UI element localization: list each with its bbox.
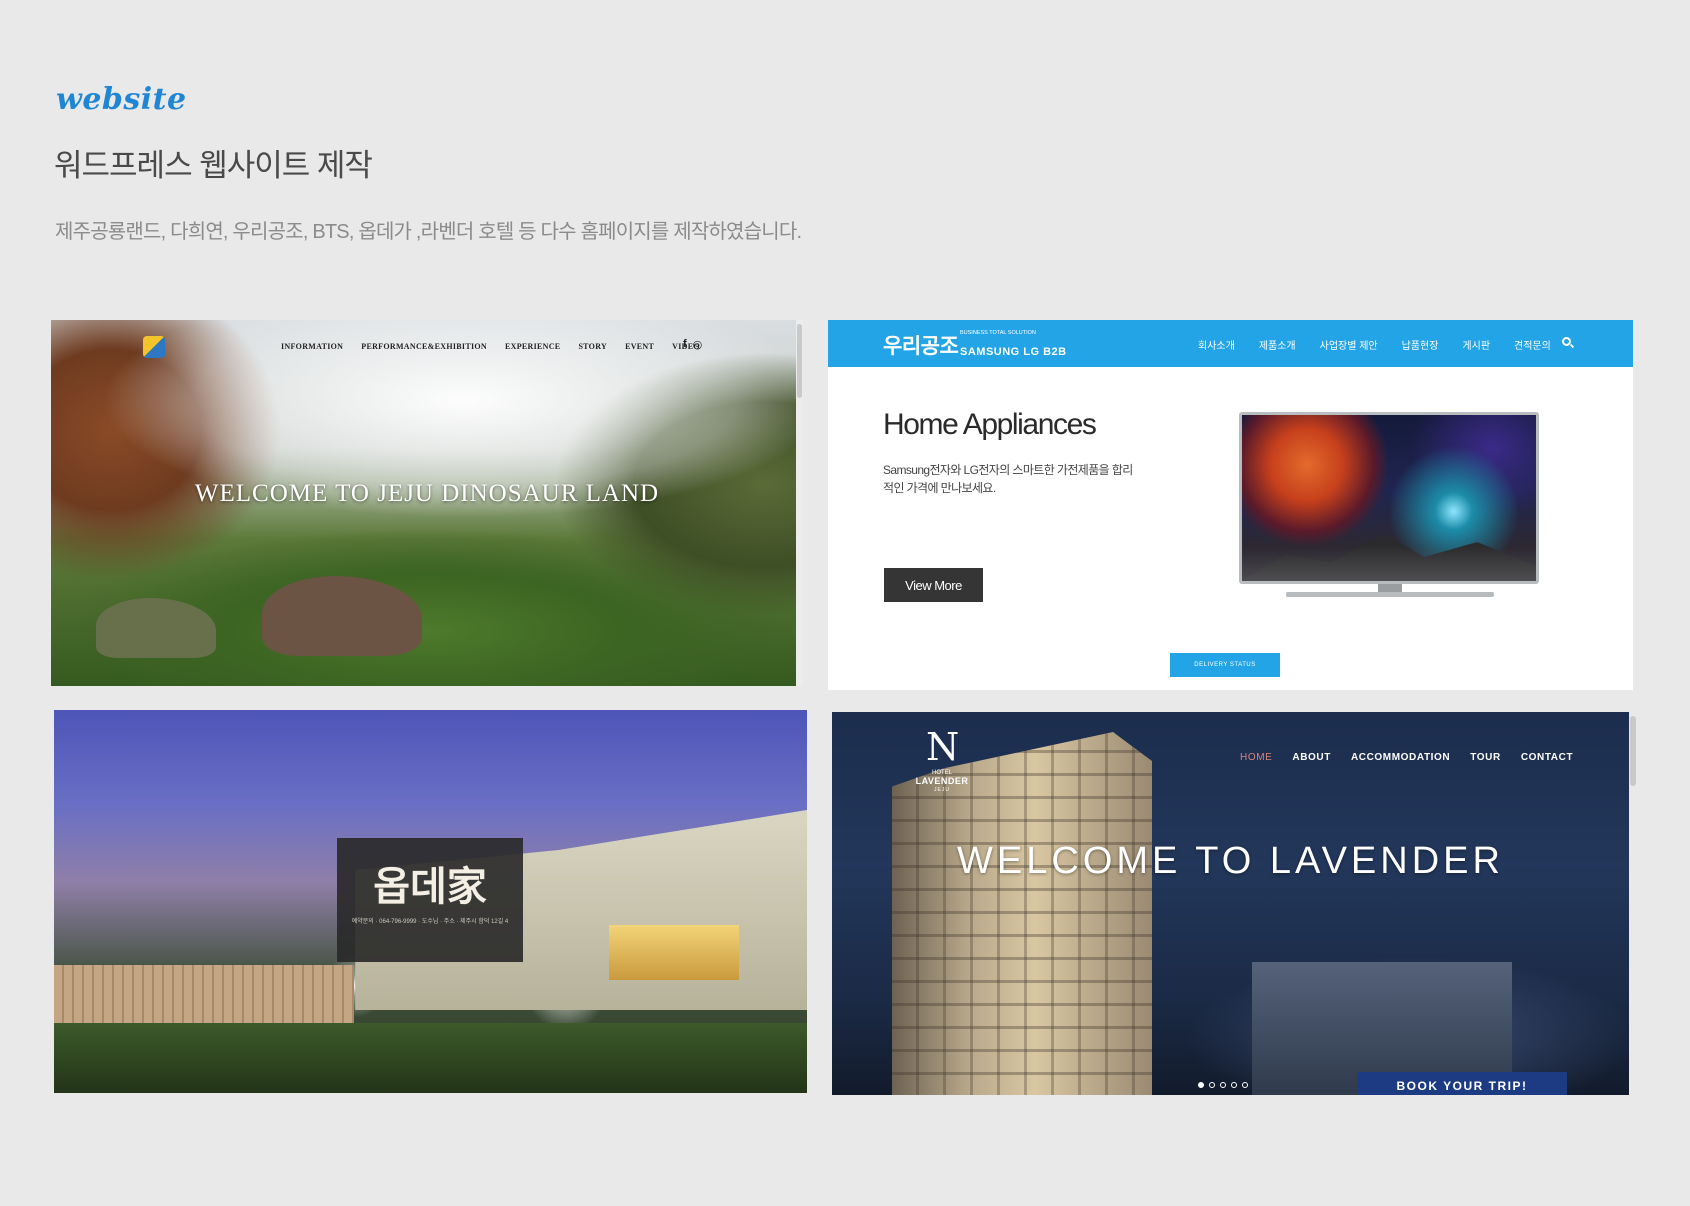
obdega-screenshot[interactable]: 옵데家 예약문의 · 064-796-9999 · 도수님 · 주소 · 제주시…	[54, 710, 807, 1093]
jeju-nav: INFORMATION PERFORMANCE&EXHIBITION EXPER…	[281, 342, 700, 351]
slider-dots	[1198, 1082, 1248, 1088]
woorigongjo-tagline: BUSINESS TOTAL SOLUTION	[960, 330, 1036, 336]
woorigongjo-nav: 회사소개 제품소개 사업장별 제안 납품현장 게시판 견적문의	[1198, 337, 1551, 352]
obdega-sign: 옵데家 예약문의 · 064-796-9999 · 도수님 · 주소 · 제주시…	[337, 838, 523, 962]
lit-window	[609, 925, 739, 980]
page-title: 워드프레스 웹사이트 제작	[54, 148, 373, 183]
woorigongjo-heading: Home Appliances	[883, 408, 1097, 441]
jeju-nav-item[interactable]: PERFORMANCE&EXHIBITION	[361, 342, 487, 351]
garden-grass	[54, 1023, 807, 1093]
header-label: website	[56, 82, 187, 117]
woorigongjo-logo[interactable]: 우리공조	[883, 330, 959, 360]
woorigongjo-nav-item[interactable]: 게시판	[1462, 337, 1490, 352]
lavender-nav-accommodation[interactable]: ACCOMMODATION	[1351, 752, 1450, 763]
woorigongjo-nav-item[interactable]: 제품소개	[1259, 337, 1296, 352]
book-your-trip-button[interactable]: BOOK YOUR TRIP!	[1357, 1072, 1567, 1095]
jeju-nav-item[interactable]: EVENT	[625, 342, 654, 351]
woorigongjo-nav-item[interactable]: 납품현장	[1402, 337, 1439, 352]
lavender-logo-name: LAVENDER	[915, 776, 969, 786]
delivery-status-button[interactable]: DELIVERY STATUS	[1170, 653, 1280, 677]
woorigongjo-nav-item[interactable]: 회사소개	[1198, 337, 1235, 352]
woorigongjo-nav-item[interactable]: 견적문의	[1514, 337, 1551, 352]
jeju-nav-item[interactable]: INFORMATION	[281, 342, 343, 351]
lavender-hero-title: WELCOME TO LAVENDER	[957, 840, 1504, 882]
slider-dot[interactable]	[1231, 1082, 1237, 1088]
tv-product-image	[1239, 412, 1539, 584]
slider-dot[interactable]	[1209, 1082, 1215, 1088]
lavender-nav: HOME ABOUT ACCOMMODATION TOUR CONTACT	[1240, 752, 1573, 763]
slider-dot[interactable]	[1198, 1082, 1204, 1088]
view-more-button[interactable]: View More	[884, 568, 983, 602]
lavender-hotel-screenshot[interactable]: N HOTEL LAVENDER JEJU HOME ABOUT ACCOMMO…	[832, 712, 1637, 1095]
woorigongjo-brand-partners: SAMSUNG LG B2B	[960, 346, 1067, 358]
slider-dot[interactable]	[1220, 1082, 1226, 1088]
lavender-nav-home[interactable]: HOME	[1240, 752, 1272, 763]
lavender-logo-location: JEJU	[934, 787, 950, 793]
jeju-nav-item[interactable]: EXPERIENCE	[505, 342, 560, 351]
woorigongjo-nav-item[interactable]: 사업장별 제안	[1320, 337, 1378, 352]
lavender-nav-contact[interactable]: CONTACT	[1521, 752, 1573, 763]
lavender-logo-mark[interactable]: N	[926, 728, 959, 766]
jeju-logo-icon[interactable]	[143, 336, 165, 358]
jeju-hero-title: WELCOME TO JEJU DINOSAUR LAND	[194, 480, 660, 507]
facebook-icon[interactable]: f	[683, 338, 687, 351]
page-description: 제주공룡랜드, 다희연, 우리공조, BTS, 옵데가 ,라벤더 호텔 등 다수…	[55, 221, 802, 243]
woorigongjo-description: Samsung전자와 LG전자의 스마트한 가전제품을 합리적인 가격에 만나보…	[883, 463, 1133, 495]
scrollbar-thumb[interactable]	[797, 324, 802, 398]
lavender-scrollbar[interactable]	[1629, 712, 1637, 1095]
jeju-social: f ◎	[683, 338, 702, 351]
instagram-icon[interactable]: ◎	[693, 338, 703, 351]
obdega-logo: 옵데家	[373, 863, 487, 910]
obdega-contact-info: 예약문의 · 064-796-9999 · 도수님 · 주소 · 제주시 함덕 …	[351, 919, 509, 925]
scrollbar-thumb[interactable]	[1630, 716, 1636, 786]
jeju-scrollbar[interactable]	[796, 320, 803, 686]
slider-dot[interactable]	[1242, 1082, 1248, 1088]
lavender-nav-about[interactable]: ABOUT	[1292, 752, 1331, 763]
lavender-nav-tour[interactable]: TOUR	[1470, 752, 1501, 763]
woorigongjo-screenshot[interactable]: 우리공조 BUSINESS TOTAL SOLUTION SAMSUNG LG …	[828, 320, 1633, 690]
jeju-nav-item[interactable]: STORY	[578, 342, 607, 351]
tv-stand	[1286, 592, 1494, 597]
search-icon[interactable]	[1562, 337, 1571, 346]
jeju-dinosaur-land-screenshot[interactable]: INFORMATION PERFORMANCE&EXHIBITION EXPER…	[51, 320, 803, 686]
